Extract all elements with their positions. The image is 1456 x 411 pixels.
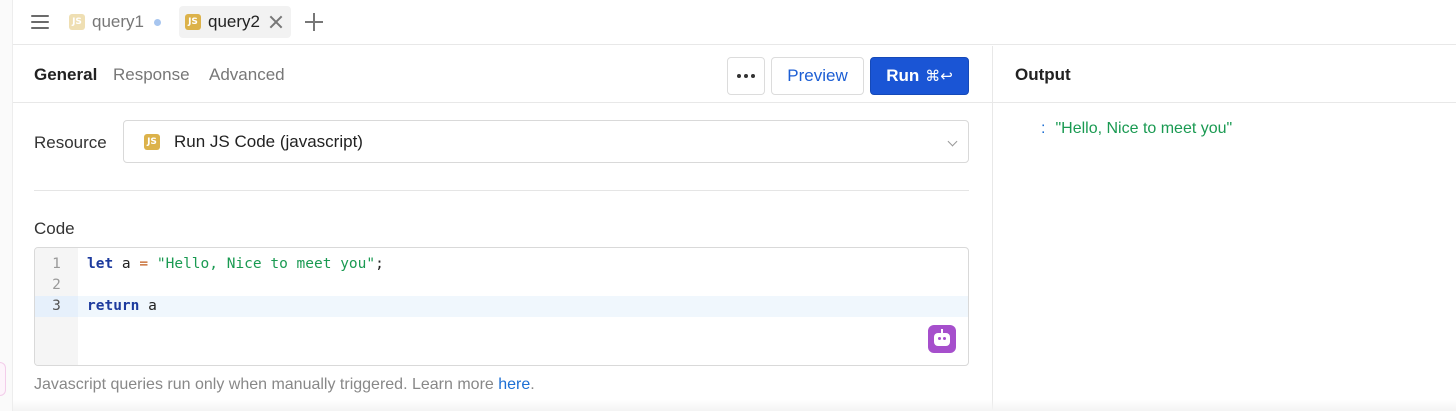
page-edge-strip: [0, 0, 13, 411]
tab-query1[interactable]: JS query1: [63, 6, 169, 38]
code-line[interactable]: 2: [35, 275, 968, 296]
unsaved-dot-icon: [153, 18, 161, 26]
bottom-fade: [13, 400, 1456, 411]
editor-subtabs: General Response Advanced Preview Run ⌘↩: [13, 46, 992, 103]
code-token: a: [139, 298, 157, 314]
line-number: 3: [35, 296, 78, 317]
code-label: Code: [34, 219, 75, 238]
operator-token: =: [139, 256, 149, 272]
code-editor[interactable]: 1 let a = "Hello, Nice to meet you"; 2 3…: [34, 247, 969, 366]
line-number: 1: [52, 256, 61, 272]
query-editor-panel: General Response Advanced Preview Run ⌘↩…: [13, 46, 992, 411]
query-tab-bar: JS query1 JS query2: [13, 0, 1456, 45]
close-icon[interactable]: [269, 15, 283, 29]
tab-label: query2: [208, 12, 260, 31]
output-title: Output: [1015, 65, 1071, 84]
tab-label: query1: [92, 12, 144, 31]
more-icon: [737, 74, 741, 78]
js-icon: JS: [69, 14, 85, 30]
output-value-row: : "Hello, Nice to meet you": [1041, 120, 1232, 138]
output-panel: Output : "Hello, Nice to meet you": [992, 46, 1456, 411]
code-token: a: [113, 256, 140, 272]
line-number: 2: [52, 277, 61, 293]
side-handle[interactable]: [0, 362, 6, 396]
tab-general[interactable]: General: [34, 65, 97, 85]
learn-more-link[interactable]: here: [498, 376, 530, 393]
ai-assistant-button[interactable]: [928, 325, 956, 353]
js-icon: JS: [144, 133, 160, 150]
run-shortcut: ⌘↩: [925, 67, 953, 85]
resource-select[interactable]: JS Run JS Code (javascript): [123, 120, 969, 163]
code-line[interactable]: 1 let a = "Hello, Nice to meet you";: [35, 254, 968, 275]
tab-query2[interactable]: JS query2: [179, 6, 291, 38]
output-header: Output: [993, 46, 1456, 103]
code-line-active[interactable]: 3 return a: [35, 296, 968, 317]
add-tab-icon[interactable]: [305, 13, 323, 31]
keyword-token: let: [87, 256, 114, 272]
run-label: Run: [886, 66, 920, 85]
robot-icon: [934, 328, 950, 346]
tab-advanced[interactable]: Advanced: [209, 65, 285, 85]
output-colon: :: [1041, 120, 1046, 137]
menu-icon[interactable]: [31, 14, 49, 30]
manual-trigger-hint: Javascript queries run only when manuall…: [34, 376, 535, 393]
preview-button[interactable]: Preview: [771, 57, 864, 95]
string-token: "Hello, Nice to meet you": [156, 256, 376, 272]
more-options-button[interactable]: [727, 57, 765, 95]
resource-value: Run JS Code (javascript): [174, 131, 363, 151]
run-button[interactable]: Run ⌘↩: [870, 57, 969, 95]
js-icon: JS: [185, 14, 201, 30]
tab-response[interactable]: Response: [113, 65, 190, 85]
chevron-down-icon: [947, 136, 958, 147]
keyword-token: return: [87, 298, 140, 314]
resource-label: Resource: [34, 133, 107, 152]
code-token: ;: [375, 256, 384, 272]
output-value: "Hello, Nice to meet you": [1055, 120, 1233, 137]
divider: [34, 190, 969, 191]
